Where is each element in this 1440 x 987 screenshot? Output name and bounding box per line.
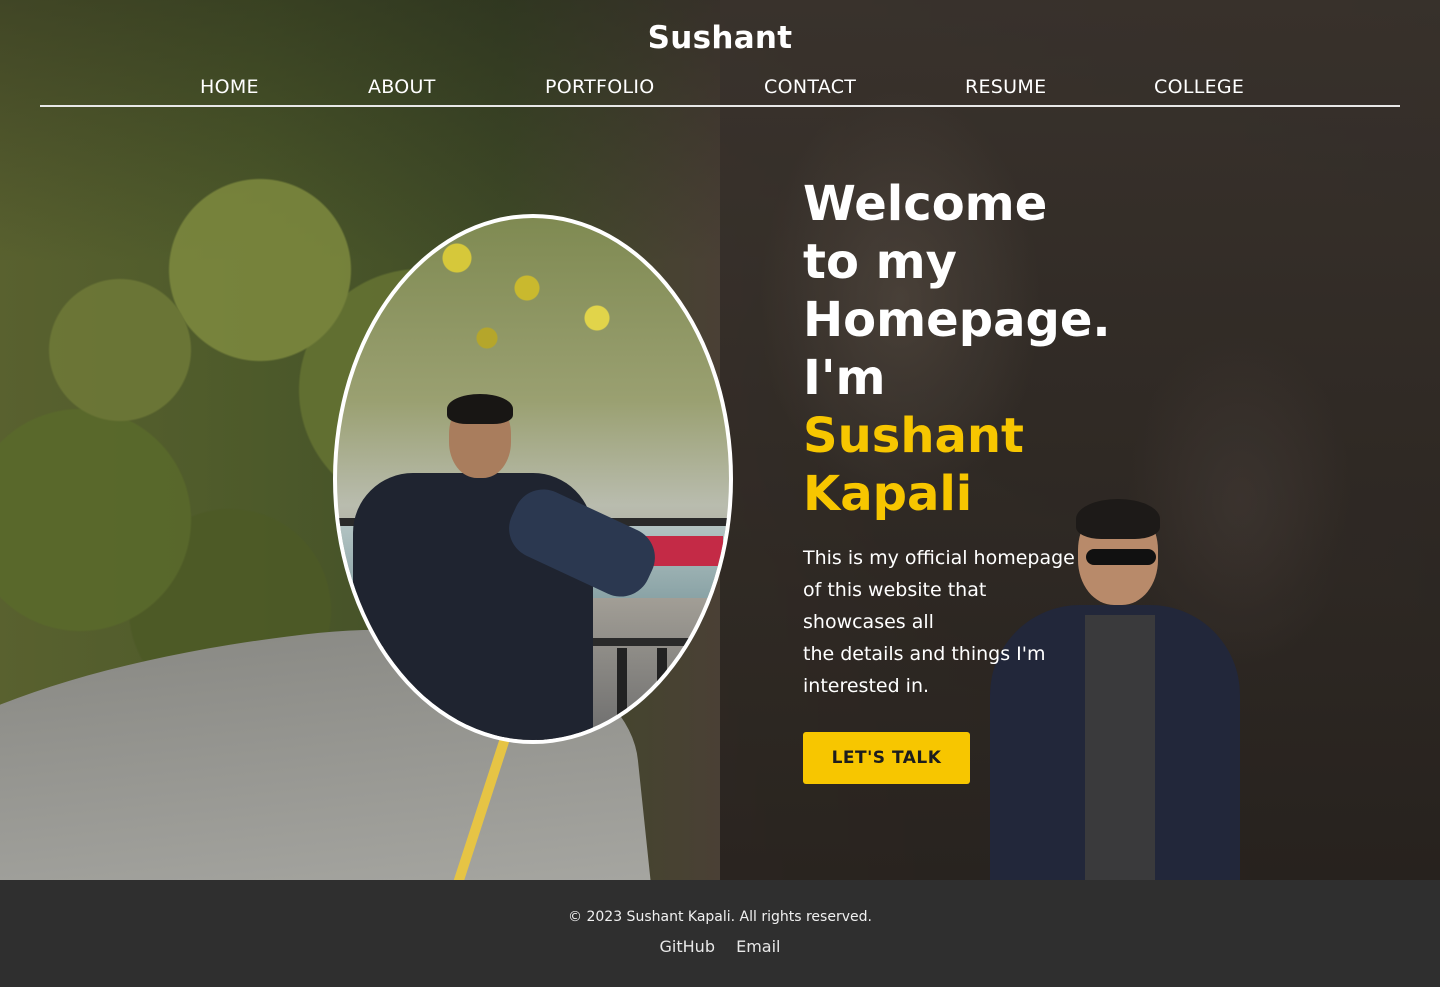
main-nav: HOME ABOUT PORTFOLIO CONTACT RESUME COLL… xyxy=(40,72,1400,107)
intro-line: showcases all xyxy=(803,611,934,633)
hero-headline: Welcome to my Homepage. I'm Sushant Kapa… xyxy=(803,175,1143,523)
headline-name: Sushant xyxy=(803,408,1024,464)
intro-line: interested in. xyxy=(803,675,930,697)
nav-item-resume[interactable]: RESUME xyxy=(965,76,1046,98)
nav-item-home[interactable]: HOME xyxy=(200,76,259,98)
headline-line: Homepage. xyxy=(803,292,1111,348)
github-link[interactable]: GitHub xyxy=(660,937,715,956)
profile-photo xyxy=(333,214,733,744)
intro-line: of this website that xyxy=(803,579,987,601)
headline-line: Welcome xyxy=(803,176,1048,232)
nav-item-about[interactable]: ABOUT xyxy=(368,76,436,98)
headline-line: I'm xyxy=(803,350,886,406)
hero-section: Sushant HOME ABOUT PORTFOLIO CONTACT RES… xyxy=(0,0,1440,880)
footer-links: GitHub Email xyxy=(0,937,1440,956)
lets-talk-button[interactable]: LET'S TALK xyxy=(803,732,970,784)
headline-line: to my xyxy=(803,234,957,290)
nav-item-college[interactable]: COLLEGE xyxy=(1154,76,1244,98)
site-brand[interactable]: Sushant xyxy=(0,20,1440,56)
site-footer: © 2023 Sushant Kapali. All rights reserv… xyxy=(0,880,1440,987)
email-link[interactable]: Email xyxy=(736,937,780,956)
copyright-text: © 2023 Sushant Kapali. All rights reserv… xyxy=(568,909,872,925)
intro-line: This is my official homepage xyxy=(803,547,1075,569)
hero-intro: This is my official homepage of this web… xyxy=(803,542,1103,702)
headline-name: Kapali xyxy=(803,466,973,522)
nav-item-portfolio[interactable]: PORTFOLIO xyxy=(545,76,655,98)
nav-item-contact[interactable]: CONTACT xyxy=(764,76,856,98)
intro-line: the details and things I'm xyxy=(803,643,1046,665)
